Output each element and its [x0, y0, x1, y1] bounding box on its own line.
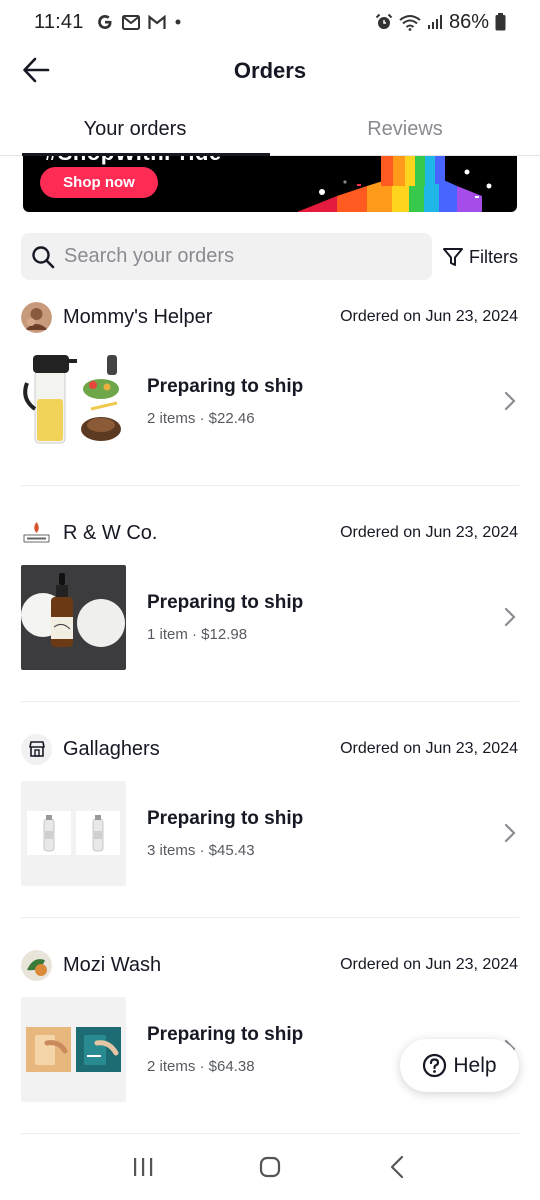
product-thumbnail: [21, 996, 126, 1102]
gmail-icon: [121, 14, 140, 30]
order-summary: 2 items · $22.46: [147, 409, 255, 427]
order-status: Preparing to ship: [147, 807, 304, 829]
battery-percent: 86%: [448, 10, 489, 33]
order-header: R & W Co. Ordered on Jun 23, 2024: [21, 516, 518, 550]
order-card: R & W Co. Ordered on Jun 23, 2024 Prepar…: [0, 516, 540, 732]
store-icon: [28, 741, 45, 757]
back-button[interactable]: [18, 52, 54, 88]
divider: [21, 701, 519, 702]
help-label: Help: [453, 1053, 497, 1077]
header: Orders: [0, 44, 540, 98]
promo-banner[interactable]: #ShopWithPride Shop now: [23, 156, 517, 212]
order-header: Gallaghers Ordered on Jun 23, 2024: [21, 732, 518, 766]
battery-icon: [495, 13, 506, 31]
order-item-row[interactable]: Preparing to ship 3 items · $45.43: [21, 780, 519, 886]
order-header: Mozi Wash Ordered on Jun 23, 2024: [21, 948, 518, 982]
divider: [21, 485, 519, 486]
dot-icon: [174, 18, 182, 26]
search-input[interactable]: Search your orders: [21, 233, 432, 280]
filter-icon: [443, 248, 463, 266]
question-circle-icon: [423, 1053, 447, 1078]
order-item-row[interactable]: Preparing to ship 2 items · $22.46: [21, 348, 519, 454]
order-summary: 2 items · $64.38: [147, 1057, 255, 1075]
arrow-left-icon: [23, 57, 50, 83]
order-summary: 1 item · $12.98: [147, 625, 248, 643]
order-summary: 3 items · $45.43: [147, 841, 255, 859]
home-icon: [259, 1156, 281, 1178]
status-bar: 11:41 86%: [0, 0, 540, 44]
shop-avatar[interactable]: [21, 517, 52, 549]
wifi-icon: [399, 14, 421, 31]
tab-reviews[interactable]: Reviews: [270, 104, 540, 155]
chevron-right-icon: [503, 823, 517, 843]
signal-icon: [427, 14, 443, 30]
status-left: 11:41: [34, 11, 182, 34]
product-thumbnail: [21, 348, 126, 454]
order-date: Ordered on Jun 23, 2024: [340, 740, 518, 757]
status-right: 86%: [375, 11, 506, 34]
system-back-button[interactable]: [367, 1142, 427, 1192]
order-info: Preparing to ship 1 item · $12.98: [147, 592, 303, 643]
shop-now-button[interactable]: Shop now: [40, 167, 158, 198]
filters-button[interactable]: Filters: [442, 240, 518, 274]
shop-name[interactable]: Mommy's Helper: [63, 306, 212, 329]
order-header: Mommy's Helper Ordered on Jun 23, 2024: [21, 300, 518, 334]
google-icon: [96, 13, 114, 31]
system-nav-bar: [0, 1134, 540, 1200]
order-status: Preparing to ship: [147, 591, 304, 613]
tab-your-orders[interactable]: Your orders: [0, 104, 270, 156]
order-date: Ordered on Jun 23, 2024: [340, 308, 518, 325]
order-info: Preparing to ship 3 items · $45.43: [147, 808, 303, 859]
order-info: Preparing to ship 2 items · $64.38: [147, 1024, 303, 1075]
divider: [21, 917, 519, 918]
recent-apps-button[interactable]: [113, 1142, 173, 1192]
chevron-right-icon: [503, 391, 517, 411]
shop-name[interactable]: Gallaghers: [63, 738, 160, 761]
status-time: 11:41: [34, 10, 84, 33]
order-date: Ordered on Jun 23, 2024: [340, 956, 518, 973]
shop-avatar[interactable]: [21, 733, 52, 765]
back-icon: [390, 1155, 403, 1179]
banner-partial-text: #ShopWithPride: [45, 156, 222, 166]
alarm-icon: [375, 13, 393, 31]
shop-name[interactable]: R & W Co.: [63, 522, 157, 545]
order-date: Ordered on Jun 23, 2024: [340, 524, 518, 541]
rainbow-stripes-graphic: [297, 156, 492, 212]
search-placeholder: Search your orders: [64, 245, 235, 267]
gmail-icon: [147, 14, 166, 30]
product-thumbnail: [21, 564, 126, 670]
page-title: Orders: [233, 58, 307, 83]
order-card: Mommy's Helper Ordered on Jun 23, 2024 P…: [0, 300, 540, 516]
shop-avatar[interactable]: [21, 949, 52, 981]
recent-apps-icon: [134, 1158, 153, 1176]
shop-avatar[interactable]: [21, 301, 52, 333]
filters-label: Filters: [469, 246, 518, 267]
help-button[interactable]: Help: [400, 1039, 519, 1092]
shop-name[interactable]: Mozi Wash: [63, 954, 161, 977]
tab-bar: Your orders Reviews: [0, 104, 540, 156]
order-info: Preparing to ship 2 items · $22.46: [147, 376, 303, 427]
order-card: Gallaghers Ordered on Jun 23, 2024 Prepa…: [0, 732, 540, 948]
search-icon: [32, 245, 55, 268]
order-status: Preparing to ship: [147, 1023, 304, 1045]
order-status: Preparing to ship: [147, 375, 304, 397]
home-button[interactable]: [240, 1142, 300, 1192]
product-thumbnail: [21, 780, 126, 886]
chevron-right-icon: [503, 607, 517, 627]
order-item-row[interactable]: Preparing to ship 1 item · $12.98: [21, 564, 519, 670]
